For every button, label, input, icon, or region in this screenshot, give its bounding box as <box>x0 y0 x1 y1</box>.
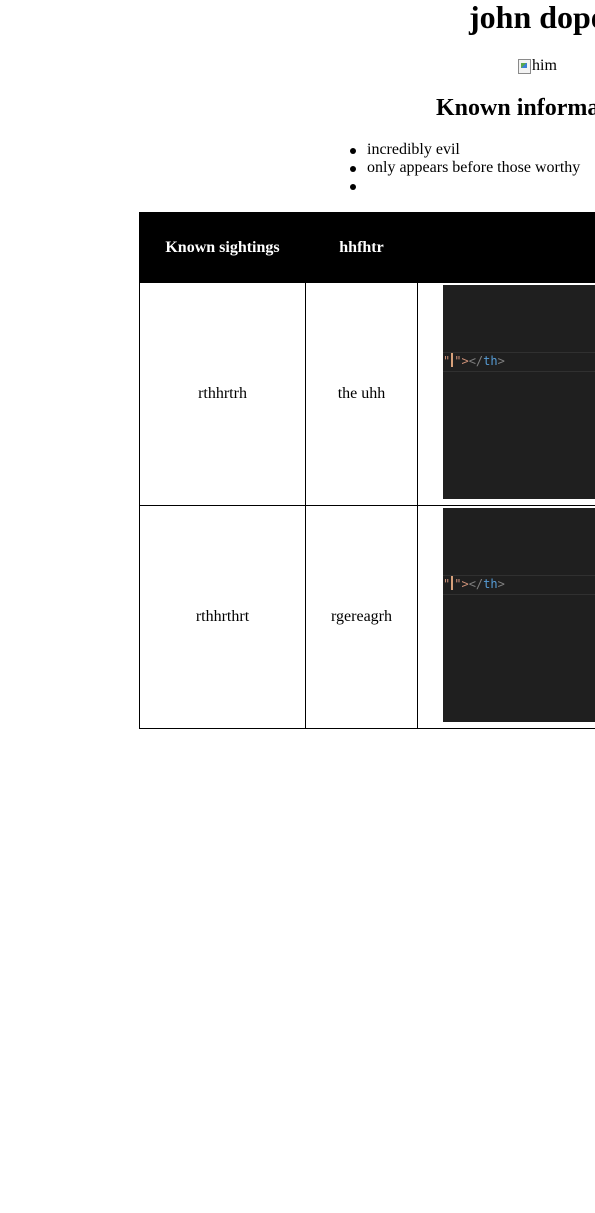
info-list: incredibly evil only appears before thos… <box>348 141 580 195</box>
code-tag: th <box>483 577 498 591</box>
code-screenshot-image: " "></th> <box>443 508 595 722</box>
info-list-item: incredibly evil <box>348 141 580 159</box>
section-heading: Known informa <box>436 95 595 121</box>
code-quote-close: "> <box>454 354 469 368</box>
table-row: rthhrtrh the uhh " "></th> <box>139 282 595 506</box>
text-cursor-icon <box>451 576 454 590</box>
detail-cell: the uhh <box>305 282 418 506</box>
hero-image: him <box>517 57 557 75</box>
sighting-cell: rthhrthrt <box>139 505 306 729</box>
header-image-column <box>417 212 595 283</box>
code-quote: " <box>443 354 451 368</box>
info-list-item: only appears before those worthy <box>348 159 580 177</box>
code-quote: " <box>443 577 451 591</box>
code-tag: th <box>483 354 498 368</box>
code-punct: </ <box>468 354 484 368</box>
code-punct: </ <box>468 577 484 591</box>
table-header-row: Known sightings hhfhtr <box>139 212 595 283</box>
header-known-sightings: Known sightings <box>139 212 306 283</box>
code-snippet: " "></th> <box>443 576 505 592</box>
sighting-cell: rthhrtrh <box>139 282 306 506</box>
detail-cell: rgereagrh <box>305 505 418 729</box>
code-screenshot-image: " "></th> <box>443 285 595 499</box>
hero-image-alt-text: him <box>532 57 557 74</box>
code-gt: > <box>497 577 505 591</box>
code-quote-close: "> <box>454 577 469 591</box>
code-snippet: " "></th> <box>443 353 505 369</box>
sightings-table: Known sightings hhfhtr rthhrtrh the uhh … <box>139 212 595 729</box>
code-gt: > <box>497 354 505 368</box>
info-list-item <box>348 177 580 195</box>
page-title: john dope <box>469 0 595 35</box>
header-hhfhtr: hhfhtr <box>305 212 418 283</box>
text-cursor-icon <box>451 353 454 367</box>
image-cell: " "></th> <box>417 282 595 506</box>
image-cell: " "></th> <box>417 505 595 729</box>
table-row: rthhrthrt rgereagrh " "></th> <box>139 505 595 729</box>
broken-image-icon <box>517 58 531 74</box>
